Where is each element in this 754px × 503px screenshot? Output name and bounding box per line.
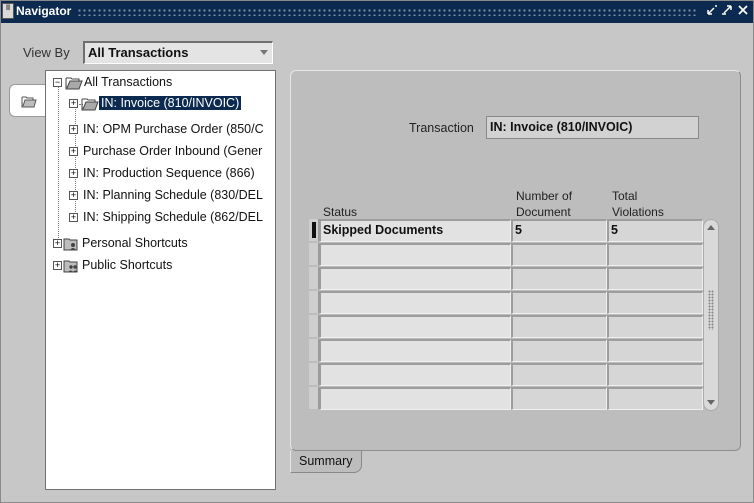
- tree-node-label: IN: Invoice (810/INVOIC): [99, 96, 242, 110]
- expand-icon[interactable]: +: [69, 99, 78, 108]
- scroll-up-icon[interactable]: [707, 225, 715, 230]
- table-row[interactable]: [309, 363, 704, 387]
- row-indicator[interactable]: [309, 339, 319, 361]
- cell-total-violations[interactable]: [607, 315, 703, 338]
- cell-number-of-document[interactable]: [511, 315, 607, 338]
- tree-node-label: IN: Shipping Schedule (862/DEL: [83, 210, 263, 224]
- cell-status[interactable]: [319, 315, 511, 338]
- title-bar-grip: [77, 8, 697, 16]
- tree-node-personal-shortcuts[interactable]: + Personal Shortcuts: [52, 234, 272, 254]
- chevron-down-icon[interactable]: [260, 50, 268, 55]
- cell-number-of-document[interactable]: [511, 291, 607, 314]
- tab-summary[interactable]: Summary: [290, 451, 362, 473]
- table-row[interactable]: [309, 291, 704, 315]
- close-icon[interactable]: [736, 4, 750, 19]
- view-by-select[interactable]: All Transactions: [83, 41, 273, 64]
- expand-icon[interactable]: +: [69, 191, 78, 200]
- scroll-down-icon[interactable]: [707, 400, 715, 405]
- row-indicator[interactable]: [309, 363, 319, 385]
- table-row[interactable]: [309, 339, 704, 363]
- scroll-grip[interactable]: [708, 290, 714, 330]
- tree-node-label: All Transactions: [84, 75, 173, 89]
- collapse-icon[interactable]: −: [53, 78, 62, 87]
- expand-icon[interactable]: +: [53, 261, 62, 270]
- transaction-label: Transaction: [409, 121, 474, 135]
- table-row[interactable]: Skipped Documents 5 5: [309, 219, 704, 243]
- maximize-icon[interactable]: [720, 4, 734, 19]
- cell-total-violations[interactable]: [607, 243, 703, 266]
- tree-node-label: Purchase Order Inbound (Gener: [83, 144, 263, 158]
- view-by-label: View By: [23, 45, 70, 60]
- row-indicator[interactable]: [309, 387, 319, 409]
- table-row[interactable]: [309, 267, 704, 291]
- table-row[interactable]: [309, 315, 704, 339]
- table-scrollbar[interactable]: [703, 219, 719, 411]
- row-indicator[interactable]: [309, 219, 319, 241]
- cell-total-violations[interactable]: [607, 363, 703, 386]
- navigator-window: ▒ Navigator View By All Transactions − A…: [0, 0, 754, 503]
- table-row[interactable]: [309, 243, 704, 267]
- cell-total-violations[interactable]: [607, 267, 703, 290]
- expand-icon[interactable]: +: [69, 213, 78, 222]
- column-header-total-violations: Total Violations: [612, 189, 664, 219]
- cell-status[interactable]: [319, 291, 511, 314]
- cell-total-violations[interactable]: [607, 387, 703, 410]
- open-folder-icon: [81, 98, 99, 111]
- cell-number-of-document[interactable]: [511, 387, 607, 410]
- column-header-status: Status: [323, 205, 358, 219]
- cell-status[interactable]: Skipped Documents: [319, 219, 511, 242]
- cell-status[interactable]: [319, 267, 511, 290]
- tree-connector: [58, 86, 59, 244]
- cell-status[interactable]: [319, 387, 511, 410]
- row-indicator[interactable]: [309, 243, 319, 265]
- view-by-value: All Transactions: [88, 45, 189, 60]
- tree-node-invoice[interactable]: + IN: Invoice (810/INVOIC): [68, 94, 268, 114]
- cell-number-of-document[interactable]: [511, 243, 607, 266]
- expand-icon[interactable]: +: [69, 125, 78, 134]
- tree-node-planning-schedule[interactable]: + IN: Planning Schedule (830/DEL: [68, 186, 275, 206]
- title-bar[interactable]: ▒ Navigator: [1, 1, 753, 23]
- row-indicator[interactable]: [309, 291, 319, 313]
- open-folder-icon: [65, 77, 83, 90]
- window-title: Navigator: [16, 4, 72, 18]
- row-indicator[interactable]: [309, 315, 319, 337]
- tree-node-production-sequence[interactable]: + IN: Production Sequence (866): [68, 164, 275, 184]
- column-header-number-of-document: Number of Document: [516, 189, 573, 219]
- cell-number-of-document[interactable]: [511, 339, 607, 362]
- cell-number-of-document[interactable]: [511, 363, 607, 386]
- tree-node-public-shortcuts[interactable]: + Public Shortcuts: [52, 256, 272, 276]
- table-row[interactable]: [309, 387, 704, 411]
- cell-total-violations[interactable]: [607, 339, 703, 362]
- minimize-icon[interactable]: [705, 4, 719, 19]
- tree-node-label: IN: Planning Schedule (830/DEL: [83, 188, 263, 202]
- cell-status[interactable]: [319, 339, 511, 362]
- tree-node-label: IN: OPM Purchase Order (850/C: [83, 122, 264, 136]
- transaction-field[interactable]: IN: Invoice (810/INVOIC): [486, 116, 699, 139]
- cell-status[interactable]: [319, 243, 511, 266]
- tree-node-shipping-schedule[interactable]: + IN: Shipping Schedule (862/DEL: [68, 208, 275, 228]
- app-icon[interactable]: ▒: [2, 3, 14, 19]
- cell-status[interactable]: [319, 363, 511, 386]
- row-indicator[interactable]: [309, 267, 319, 289]
- cell-number-of-document[interactable]: 5: [511, 219, 607, 242]
- side-tab-folders[interactable]: [9, 84, 47, 117]
- tree-node-purchase-order-inbound[interactable]: + Purchase Order Inbound (Gener: [68, 142, 275, 162]
- open-folder-icon: [21, 96, 37, 108]
- cell-total-violations[interactable]: 5: [607, 219, 703, 242]
- navigator-tree[interactable]: − All Transactions + IN: Invoice (810/IN…: [45, 70, 276, 490]
- tree-node-opm-purchase-order[interactable]: + IN: OPM Purchase Order (850/C: [68, 120, 275, 140]
- status-table: Skipped Documents 5 5: [309, 219, 719, 413]
- tree-node-label: IN: Production Sequence (866): [83, 166, 255, 180]
- personal-folder-icon: [63, 238, 78, 251]
- tree-node-label: Personal Shortcuts: [82, 236, 188, 250]
- expand-icon[interactable]: +: [53, 239, 62, 248]
- expand-icon[interactable]: +: [69, 147, 78, 156]
- public-folder-icon: [63, 260, 78, 273]
- cell-number-of-document[interactable]: [511, 267, 607, 290]
- cell-total-violations[interactable]: [607, 291, 703, 314]
- expand-icon[interactable]: +: [69, 169, 78, 178]
- tree-node-all-transactions[interactable]: − All Transactions: [52, 73, 272, 93]
- tree-node-label: Public Shortcuts: [82, 258, 173, 272]
